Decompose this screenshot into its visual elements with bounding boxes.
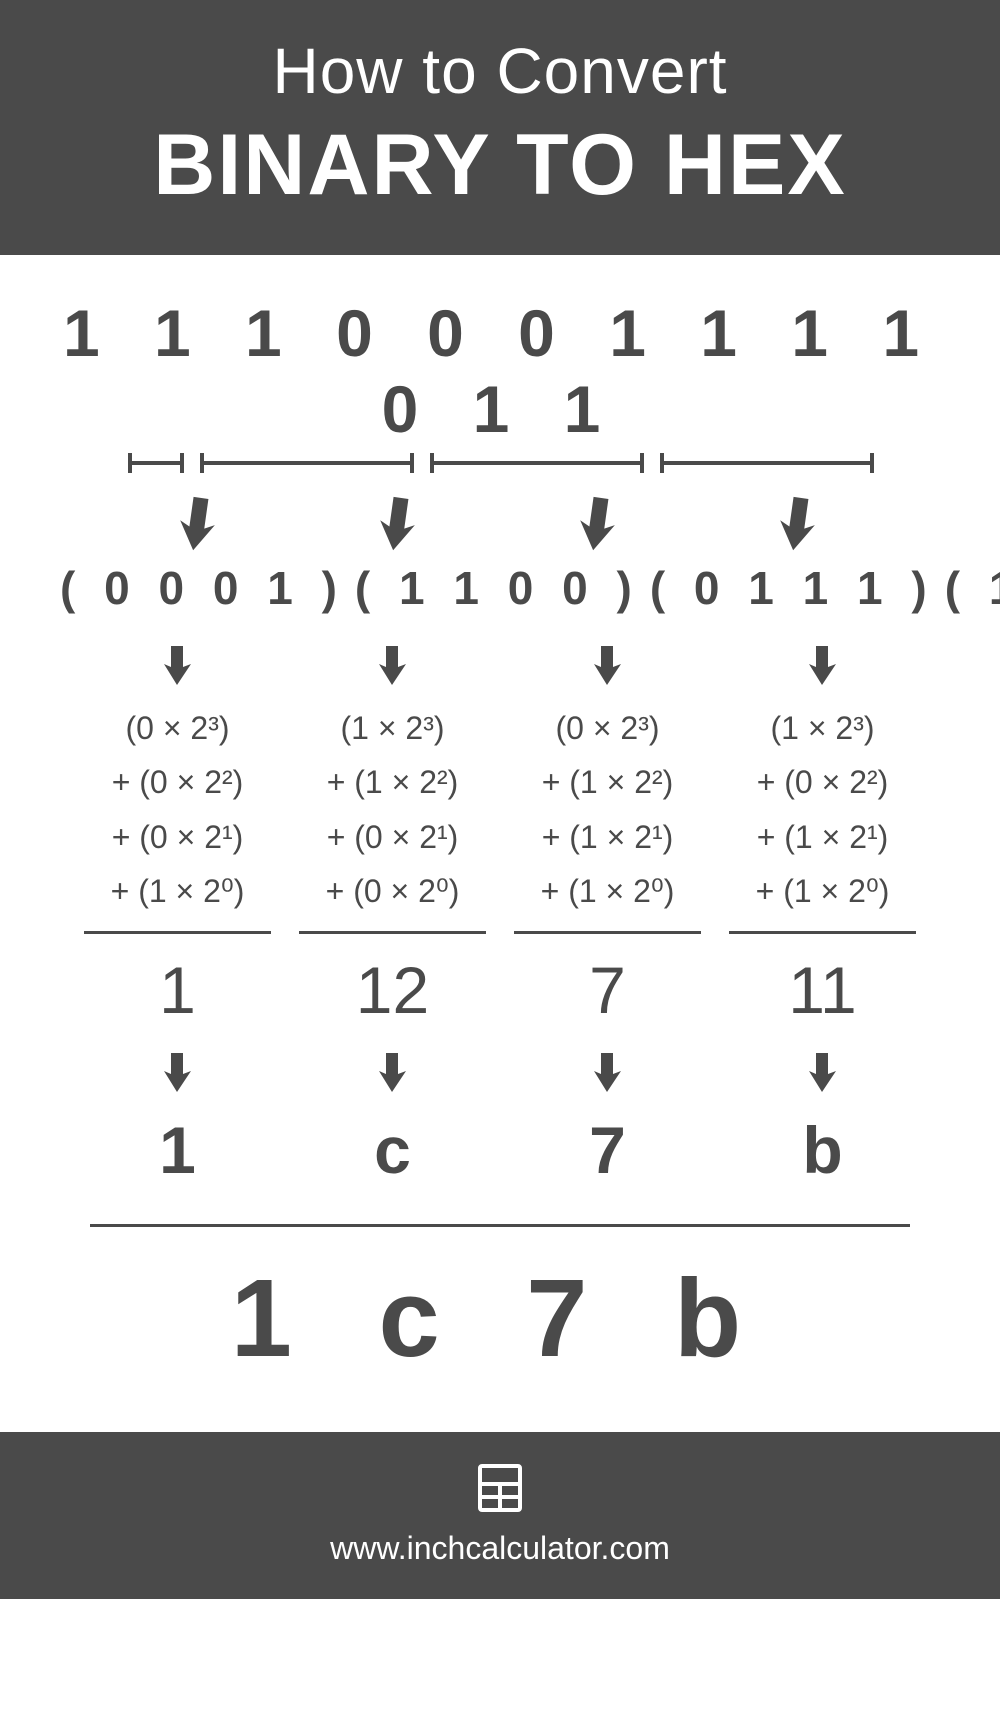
down-arrow-icon xyxy=(376,1050,410,1094)
expansion-0: (0 × 2³) + (0 × 2²) + (0 × 2¹) + (1 × 2⁰… xyxy=(80,701,275,919)
hex-3: b xyxy=(725,1112,920,1188)
calculator-icon xyxy=(0,1460,1000,1516)
decimal-1: 12 xyxy=(295,952,490,1028)
hex-1: c xyxy=(295,1112,490,1188)
down-arrow-icon xyxy=(161,1050,195,1094)
expansion-1: (1 × 2³) + (1 × 2²) + (0 × 2¹) + (0 × 2⁰… xyxy=(295,701,490,919)
sum-rule xyxy=(514,931,701,934)
decimal-0: 1 xyxy=(80,952,275,1028)
conversion-columns: (0 × 2³) + (0 × 2²) + (0 × 2¹) + (1 × 2⁰… xyxy=(60,625,940,1188)
column-3: (1 × 2³) + (0 × 2²) + (1 × 2¹) + (1 × 2⁰… xyxy=(725,625,920,1188)
down-arrow-icon xyxy=(591,643,625,687)
down-arrow-icon xyxy=(175,493,225,553)
down-arrow-icon xyxy=(161,643,195,687)
result-hex: 1 c 7 b xyxy=(60,1255,940,1382)
down-arrow-icon xyxy=(375,493,425,553)
down-arrow-icon xyxy=(575,493,625,553)
down-arrow-icon xyxy=(806,1050,840,1094)
hex-2: 7 xyxy=(510,1112,705,1188)
binary-input: 1 1 1 0 0 0 1 1 1 1 0 1 1 xyxy=(60,295,940,447)
diagram-body: 1 1 1 0 0 0 1 1 1 1 0 1 1 ( 0 0 0 1 )( 1… xyxy=(0,255,1000,1432)
nibble-groups: ( 0 0 0 1 )( 1 1 0 0 )( 0 1 1 1 )( 1 0 1… xyxy=(60,561,940,615)
sum-rule xyxy=(729,931,916,934)
down-arrow-icon xyxy=(775,493,825,553)
down-arrow-icon xyxy=(591,1050,625,1094)
expansion-2: (0 × 2³) + (1 × 2²) + (1 × 2¹) + (1 × 2⁰… xyxy=(510,701,705,919)
down-arrow-icon xyxy=(376,643,410,687)
footer-banner: www.inchcalculator.com xyxy=(0,1432,1000,1599)
arrows-to-nibbles xyxy=(60,493,940,553)
column-1: (1 × 2³) + (1 × 2²) + (0 × 2¹) + (0 × 2⁰… xyxy=(295,625,490,1188)
sum-rule xyxy=(84,931,271,934)
decimal-3: 11 xyxy=(725,952,920,1028)
footer-url: www.inchcalculator.com xyxy=(0,1530,1000,1567)
group-brackets xyxy=(60,443,940,483)
header-line1: How to Convert xyxy=(0,34,1000,108)
column-2: (0 × 2³) + (1 × 2²) + (1 × 2¹) + (1 × 2⁰… xyxy=(510,625,705,1188)
hex-0: 1 xyxy=(80,1112,275,1188)
sum-rule xyxy=(299,931,486,934)
decimal-2: 7 xyxy=(510,952,705,1028)
header-line2: BINARY TO HEX xyxy=(0,116,1000,215)
down-arrow-icon xyxy=(806,643,840,687)
result-rule xyxy=(90,1224,910,1227)
expansion-3: (1 × 2³) + (0 × 2²) + (1 × 2¹) + (1 × 2⁰… xyxy=(725,701,920,919)
header-banner: How to Convert BINARY TO HEX xyxy=(0,0,1000,255)
column-0: (0 × 2³) + (0 × 2²) + (0 × 2¹) + (1 × 2⁰… xyxy=(80,625,275,1188)
